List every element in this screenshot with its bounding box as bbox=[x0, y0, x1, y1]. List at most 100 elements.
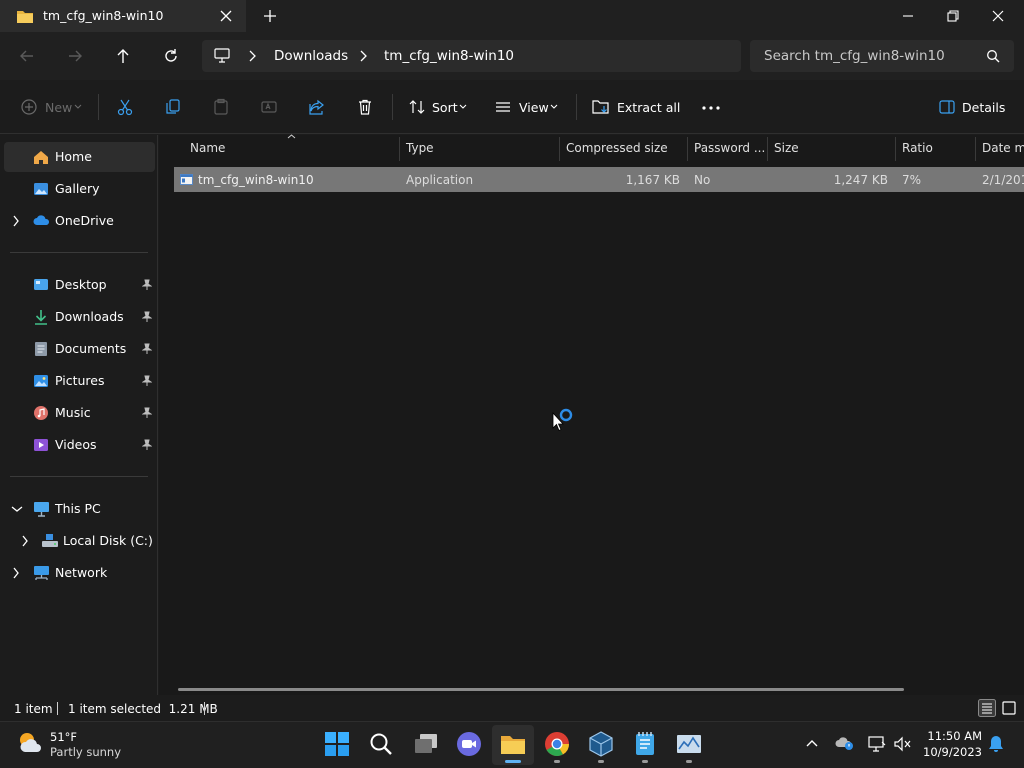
chevron-right-icon[interactable] bbox=[358, 50, 368, 62]
pin-icon[interactable] bbox=[142, 279, 152, 291]
sidebar-item-onedrive[interactable]: OneDrive bbox=[4, 206, 155, 236]
start-windows-icon[interactable] bbox=[324, 731, 350, 757]
column-divider[interactable] bbox=[767, 137, 768, 161]
details-pane-icon[interactable] bbox=[939, 100, 955, 114]
sidebar-item-network[interactable]: Network bbox=[4, 558, 155, 588]
weather-description[interactable]: Partly sunny bbox=[50, 745, 121, 759]
view-button[interactable]: View bbox=[519, 100, 549, 115]
sidebar-item-local-disk[interactable]: Local Disk (C:) bbox=[4, 526, 155, 556]
rename-icon[interactable] bbox=[260, 98, 278, 116]
breadcrumb-current-folder[interactable]: tm_cfg_win8-win10 bbox=[384, 48, 514, 64]
weather-partly-sunny-icon[interactable] bbox=[16, 730, 44, 756]
chevron-down-icon[interactable] bbox=[550, 104, 558, 110]
more-options-icon[interactable] bbox=[702, 106, 720, 110]
pin-icon[interactable] bbox=[142, 311, 152, 323]
pin-icon[interactable] bbox=[142, 343, 152, 355]
column-header-compressed-size[interactable]: Compressed size bbox=[566, 141, 668, 155]
column-divider[interactable] bbox=[687, 137, 688, 161]
breadcrumb-downloads[interactable]: Downloads bbox=[274, 48, 348, 64]
chevron-right-icon[interactable] bbox=[12, 567, 20, 579]
sidebar-item-pictures[interactable]: Pictures bbox=[4, 366, 155, 396]
refresh-icon[interactable] bbox=[162, 47, 180, 65]
onedrive-status-icon[interactable] bbox=[835, 735, 855, 751]
horizontal-scrollbar[interactable] bbox=[178, 688, 904, 691]
clock-date[interactable]: 10/9/2023 bbox=[920, 745, 982, 759]
delete-icon[interactable] bbox=[356, 98, 374, 116]
chat-video-icon[interactable] bbox=[456, 731, 482, 757]
copy-icon[interactable] bbox=[164, 98, 182, 116]
column-divider[interactable] bbox=[559, 137, 560, 161]
column-divider[interactable] bbox=[975, 137, 976, 161]
sort-button[interactable]: Sort bbox=[432, 100, 458, 115]
file-list[interactable] bbox=[159, 135, 1024, 695]
restore-icon[interactable] bbox=[945, 8, 961, 24]
close-window-icon[interactable] bbox=[990, 8, 1006, 24]
pin-icon[interactable] bbox=[142, 375, 152, 387]
sidebar-item-label: Videos bbox=[55, 437, 97, 452]
column-divider[interactable] bbox=[895, 137, 896, 161]
sidebar-item-gallery[interactable]: Gallery bbox=[4, 174, 155, 204]
file-password: No bbox=[694, 173, 711, 187]
chevron-down-icon[interactable] bbox=[74, 104, 82, 110]
sidebar-item-desktop[interactable]: Desktop bbox=[4, 270, 155, 300]
new-plus-icon[interactable] bbox=[20, 98, 38, 116]
sidebar-item-music[interactable]: Music bbox=[4, 398, 155, 428]
task-view-icon[interactable] bbox=[413, 731, 439, 757]
chrome-icon[interactable] bbox=[544, 731, 570, 757]
file-name[interactable]: tm_cfg_win8-win10 bbox=[198, 173, 314, 187]
performance-monitor-icon[interactable] bbox=[676, 731, 702, 757]
chevron-right-icon[interactable] bbox=[12, 215, 20, 227]
network-status-icon[interactable] bbox=[867, 735, 887, 753]
column-header-date-modified[interactable]: Date mo bbox=[982, 141, 1024, 155]
cut-icon[interactable] bbox=[116, 98, 134, 116]
weather-temperature[interactable]: 51°F bbox=[50, 730, 77, 744]
column-header-type[interactable]: Type bbox=[406, 141, 434, 155]
computer-icon[interactable] bbox=[214, 48, 230, 63]
notification-bell-icon[interactable] bbox=[988, 735, 1004, 753]
minimize-icon[interactable] bbox=[900, 8, 916, 24]
new-tab-icon[interactable] bbox=[262, 8, 278, 24]
view-icon[interactable] bbox=[494, 98, 512, 116]
chevron-right-icon[interactable] bbox=[247, 50, 257, 62]
sidebar-item-documents[interactable]: Documents bbox=[4, 334, 155, 364]
sidebar-item-label: Local Disk (C:) bbox=[63, 533, 153, 548]
videos-icon bbox=[33, 437, 49, 453]
up-arrow-icon[interactable] bbox=[114, 47, 132, 65]
sidebar-item-this-pc[interactable]: This PC bbox=[4, 494, 155, 524]
forward-arrow-icon[interactable] bbox=[66, 47, 84, 65]
extract-folder-icon[interactable] bbox=[592, 98, 610, 116]
chevron-down-icon[interactable] bbox=[459, 104, 467, 110]
search-icon[interactable] bbox=[368, 731, 394, 757]
volume-muted-icon[interactable] bbox=[893, 735, 913, 753]
tiles-view-icon[interactable] bbox=[1000, 699, 1018, 717]
chevron-down-icon[interactable] bbox=[11, 505, 23, 513]
pin-icon[interactable] bbox=[142, 407, 152, 419]
search-icon[interactable] bbox=[986, 49, 1000, 63]
file-explorer-icon[interactable] bbox=[500, 731, 526, 757]
search-placeholder[interactable]: Search tm_cfg_win8-win10 bbox=[764, 48, 945, 64]
chevron-right-icon[interactable] bbox=[21, 535, 29, 547]
sidebar-item-home[interactable]: Home bbox=[4, 142, 155, 172]
column-divider[interactable] bbox=[399, 137, 400, 161]
notepad-icon[interactable] bbox=[632, 731, 658, 757]
column-header-size[interactable]: Size bbox=[774, 141, 799, 155]
column-header-password[interactable]: Password ... bbox=[694, 141, 765, 155]
pin-icon[interactable] bbox=[142, 439, 152, 451]
paste-icon[interactable] bbox=[212, 98, 230, 116]
column-header-ratio[interactable]: Ratio bbox=[902, 141, 933, 155]
clock-time[interactable]: 11:50 AM bbox=[920, 729, 982, 743]
new-button[interactable]: New bbox=[45, 100, 72, 115]
virtualbox-cube-icon[interactable] bbox=[588, 731, 614, 757]
sidebar-item-downloads[interactable]: Downloads bbox=[4, 302, 155, 332]
close-tab-icon[interactable] bbox=[218, 8, 234, 24]
back-arrow-icon[interactable] bbox=[18, 47, 36, 65]
details-button[interactable]: Details bbox=[962, 100, 1005, 115]
sidebar-item-videos[interactable]: Videos bbox=[4, 430, 155, 460]
column-header-name[interactable]: Name bbox=[190, 141, 225, 155]
chevron-up-icon[interactable] bbox=[806, 739, 818, 747]
sort-icon[interactable] bbox=[408, 98, 426, 116]
share-icon[interactable] bbox=[308, 98, 326, 116]
details-view-icon[interactable] bbox=[978, 699, 996, 717]
divider bbox=[57, 702, 58, 715]
extract-all-button[interactable]: Extract all bbox=[617, 100, 680, 115]
